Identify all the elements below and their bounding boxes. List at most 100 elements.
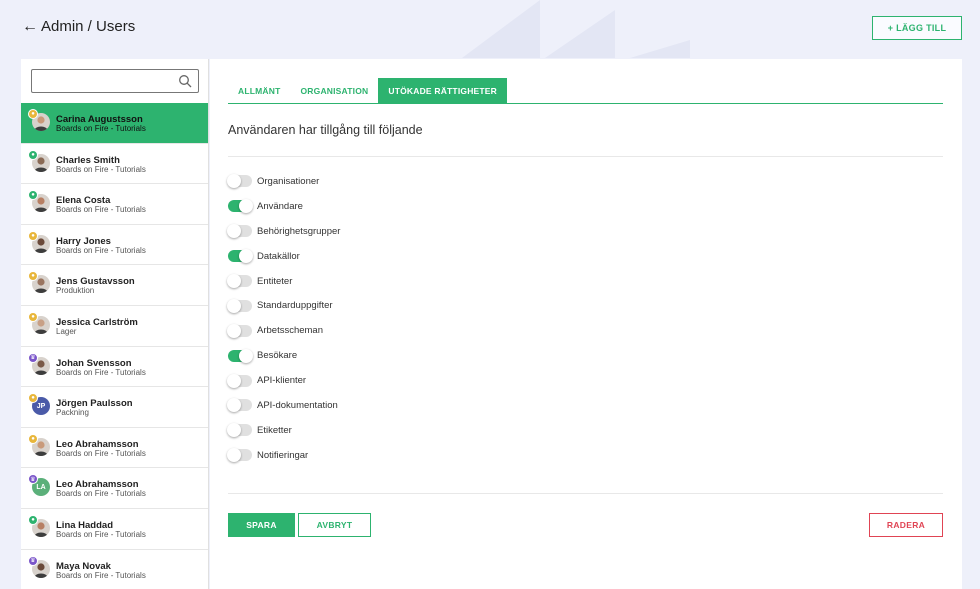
permission-toggle[interactable]	[227, 274, 252, 288]
cancel-button[interactable]: AVBRYT	[298, 513, 371, 537]
permission-label: Datakällor	[257, 250, 300, 262]
permission-row: Arbetsscheman	[227, 318, 628, 343]
toggle-knob	[227, 298, 241, 313]
permission-toggle[interactable]	[227, 174, 252, 189]
user-organization: Boards on Fire - Tutorials	[56, 570, 146, 580]
search-icon[interactable]	[178, 74, 192, 88]
permission-label: Organisationer	[257, 175, 320, 187]
permission-toggle[interactable]	[227, 398, 252, 413]
permission-toggle[interactable]	[227, 423, 252, 438]
permission-row: Notifieringar	[227, 443, 628, 468]
role-badge-icon: ●	[28, 109, 38, 119]
permission-toggle[interactable]	[227, 373, 252, 388]
user-list-item[interactable]: ● Leo Abrahamsson Boards on Fire - Tutoria…	[21, 428, 208, 469]
permission-toggle[interactable]	[227, 448, 252, 463]
user-organization: Boards on Fire - Tutorials	[56, 205, 146, 215]
top-bar: ← Admin / Users + LÄGG TILL	[0, 0, 980, 58]
permission-list: Organisationer Användare Behörighetsgruppe…	[227, 169, 628, 468]
permission-row: Besökare	[228, 343, 628, 368]
user-organization: Boards on Fire - Tutorials	[56, 529, 146, 539]
toggle-knob	[227, 224, 241, 239]
permission-row: API-dokumentation	[227, 393, 628, 418]
toggle-knob	[239, 249, 253, 264]
save-button[interactable]: SPARA	[228, 513, 295, 537]
permission-label: API-dokumentation	[257, 399, 338, 411]
user-organization: Boards on Fire - Tutorials	[56, 164, 146, 174]
user-organization: Packning	[56, 408, 89, 418]
permission-row: Entiteter	[227, 269, 628, 294]
user-organization: Boards on Fire - Tutorials	[56, 367, 146, 377]
user-organization: Boards on Fire - Tutorials	[56, 124, 146, 133]
permission-label: Arbetsscheman	[257, 325, 324, 337]
breadcrumb: Admin / Users	[41, 18, 136, 35]
divider	[228, 493, 943, 494]
permission-toggle[interactable]	[227, 323, 252, 338]
search-box	[31, 69, 199, 93]
user-list-item[interactable]: ● Carina Augustsson Boards on Fire - Tutor…	[21, 103, 208, 144]
user-list-item[interactable]: ● Jens Gustavsson Produktion	[21, 265, 208, 306]
toggle-knob	[227, 323, 241, 338]
user-list-item[interactable]: JP ● Jörgen Paulsson Packning	[21, 387, 208, 428]
permission-label: Besökare	[257, 350, 298, 362]
toggle-knob	[227, 398, 241, 413]
main-panel: ALLMÄNT ORGANISATION UTÖKADE RÄTTIGHETER A…	[210, 59, 962, 589]
permission-label: Entiteter	[257, 275, 293, 287]
permission-label: Etiketter	[257, 424, 292, 436]
role-badge-icon: ●	[28, 433, 38, 444]
permission-toggle[interactable]	[228, 348, 253, 363]
toggle-knob	[227, 423, 241, 438]
permission-toggle[interactable]	[227, 298, 252, 313]
permission-row: Datakällor	[228, 244, 628, 269]
role-badge-icon: ●	[28, 230, 38, 241]
user-list-item[interactable]: ● Lina Haddad Boards on Fire - Tutorials	[21, 509, 208, 550]
permission-label: Standarduppgifter	[257, 300, 333, 312]
toggle-knob	[239, 199, 253, 214]
user-sidebar: ● Carina Augustsson Boards on Fire - Tutor…	[21, 59, 209, 589]
tab-bar: ALLMÄNT ORGANISATION UTÖKADE RÄTTIGHETER	[228, 78, 943, 104]
user-list: ● Carina Augustsson Boards on Fire - Tutor…	[21, 103, 208, 589]
user-organization: Boards on Fire - Tutorials	[56, 489, 146, 499]
user-organization: Boards on Fire - Tutorials	[56, 245, 146, 255]
role-badge-icon: ●	[28, 149, 38, 160]
permission-row: Etiketter	[227, 418, 628, 443]
user-organization: Lager	[56, 326, 77, 336]
user-list-item[interactable]: ♛ Maya Novak Boards on Fire - Tutorials	[21, 550, 208, 589]
user-organization: Boards on Fire - Tutorials	[56, 448, 146, 458]
section-heading: Användaren har tillgång till följande	[228, 123, 423, 137]
toggle-knob	[227, 274, 241, 288]
permission-label: Användare	[257, 200, 303, 212]
tab-extended-rights[interactable]: UTÖKADE RÄTTIGHETER	[378, 78, 508, 103]
permission-row: Behörighetsgrupper	[227, 219, 628, 244]
divider	[228, 156, 943, 157]
user-list-item[interactable]: ● Harry Jones Boards on Fire - Tutorials	[21, 225, 208, 266]
user-list-item[interactable]: ● Charles Smith Boards on Fire - Tutorials	[21, 144, 208, 185]
permission-toggle[interactable]	[227, 224, 252, 239]
toggle-knob	[239, 348, 253, 363]
user-organization: Produktion	[56, 286, 95, 296]
permission-row: Standarduppgifter	[227, 293, 628, 318]
toggle-knob	[227, 448, 241, 463]
user-list-item[interactable]: LA ♛ Leo Abrahamsson Boards on Fire - Tutor…	[21, 468, 208, 509]
user-list-item[interactable]: ● Elena Costa Boards on Fire - Tutorials	[21, 184, 208, 225]
permission-toggle[interactable]	[228, 249, 253, 264]
permission-label: Behörighetsgrupper	[257, 225, 341, 237]
tab-general[interactable]: ALLMÄNT	[228, 78, 290, 103]
crown-icon: ♛	[28, 352, 38, 363]
tab-organisation[interactable]: ORGANISATION	[290, 78, 378, 103]
crown-icon: ♛	[28, 555, 38, 566]
delete-button[interactable]: RADERA	[869, 513, 943, 537]
search-input[interactable]	[38, 70, 178, 92]
permission-row: Organisationer	[227, 169, 628, 194]
permission-row: Användare	[228, 194, 628, 219]
permission-label: API-klienter	[257, 375, 307, 387]
toggle-knob	[227, 174, 241, 189]
user-list-item[interactable]: ♛ Johan Svensson Boards on Fire - Tutorial…	[21, 347, 208, 388]
user-list-item[interactable]: ● Jessica Carlström Lager	[21, 306, 208, 347]
toggle-knob	[227, 373, 241, 388]
permission-row: API-klienter	[227, 368, 628, 393]
add-user-button[interactable]: + LÄGG TILL	[872, 16, 962, 40]
permission-toggle[interactable]	[228, 199, 253, 214]
permission-label: Notifieringar	[257, 449, 309, 461]
back-arrow-icon[interactable]: ←	[22, 18, 38, 36]
role-badge-icon: ●	[28, 514, 38, 525]
